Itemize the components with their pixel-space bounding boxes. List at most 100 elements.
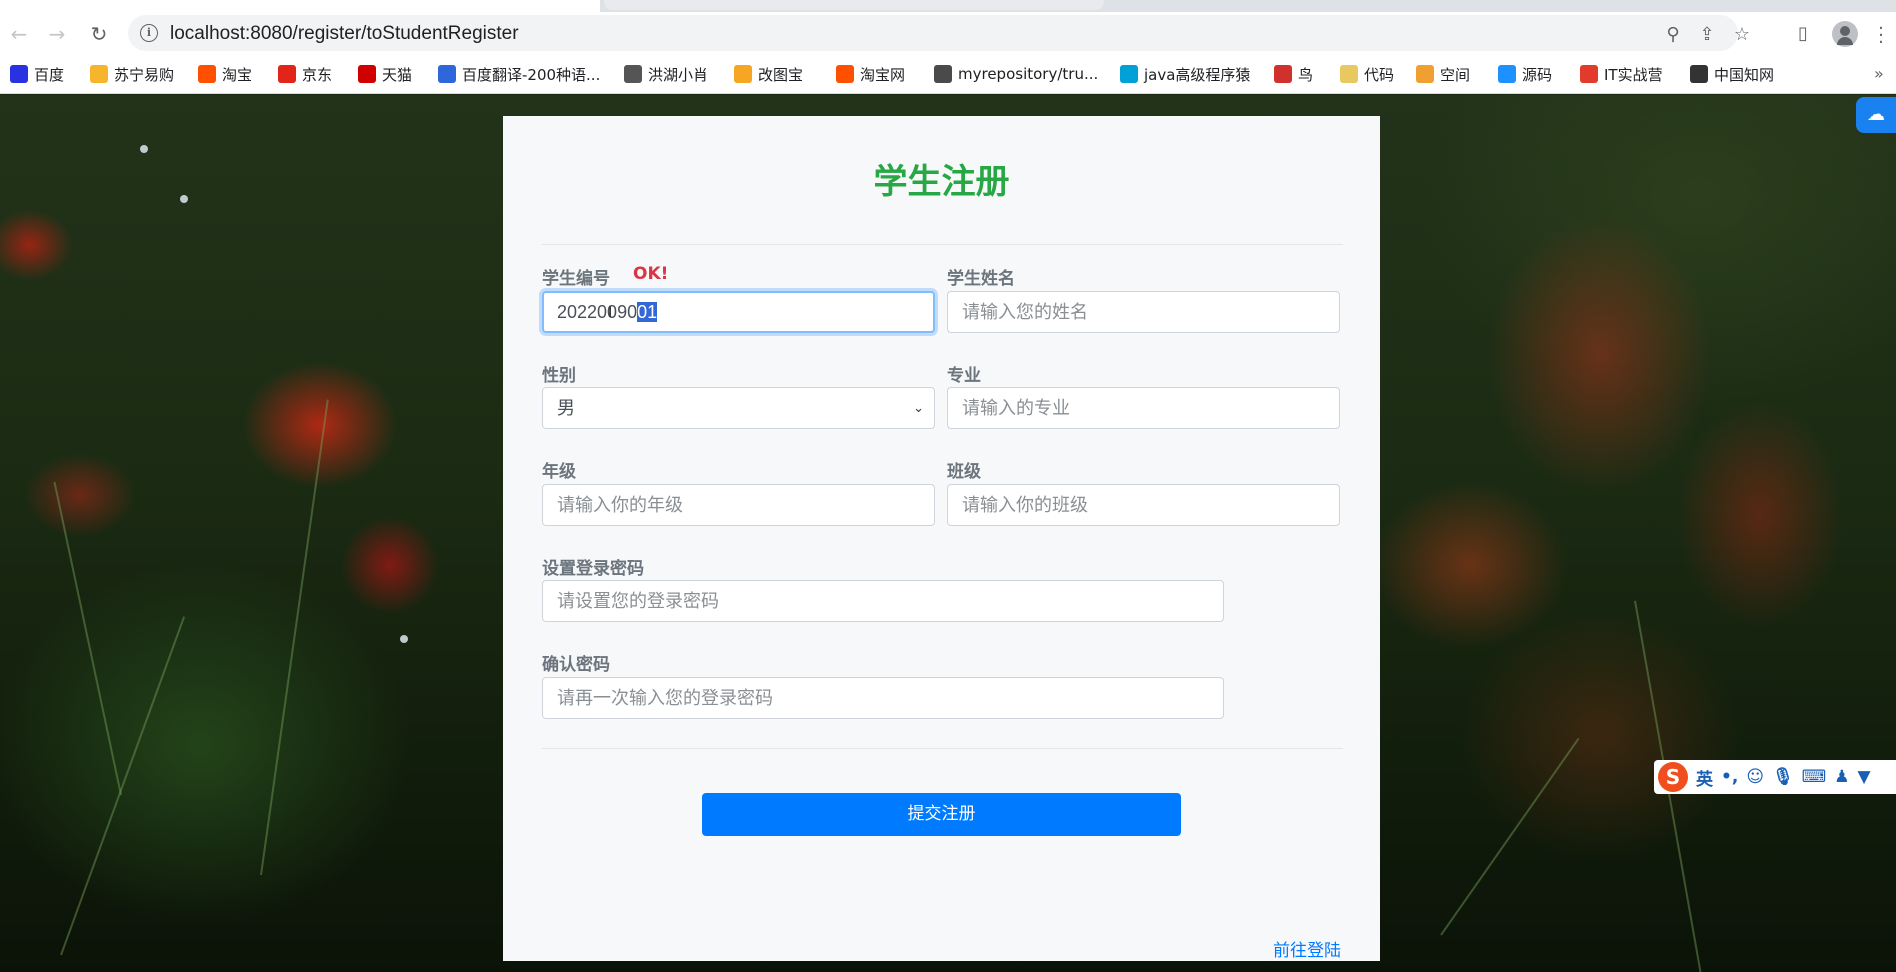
ime-language-toggle[interactable]: 英 (1696, 765, 1713, 790)
gaitubao-icon (734, 65, 752, 83)
bookmarks-overflow-icon[interactable]: » (1874, 64, 1884, 83)
profile-avatar[interactable] (1832, 21, 1858, 47)
menu-kebab-icon[interactable]: · · · (1878, 20, 1884, 52)
baidu-icon (10, 65, 28, 83)
bookmark-label: 天猫 (382, 65, 413, 84)
student-name-label: 学生姓名 (947, 269, 1015, 289)
tmall-icon (358, 65, 376, 83)
grass-stem (1440, 737, 1580, 936)
student-name-input[interactable]: 请输入您的姓名 (947, 291, 1340, 333)
class-label: 班级 (947, 462, 981, 482)
bookmark-item[interactable]: 天猫 (358, 63, 412, 85)
grass-stem (53, 481, 122, 796)
microphone-icon[interactable]: 🎙 (1772, 767, 1794, 787)
bookmark-label: 源码 (1522, 65, 1553, 84)
submit-register-button[interactable]: 提交注册 (702, 793, 1181, 836)
flower-petal (400, 635, 408, 643)
browser-toolbar: ← → ↻ i localhost:8080/register/toStuden… (0, 12, 1896, 54)
suning-icon (90, 65, 108, 83)
student-id-value: 20220090 (557, 302, 638, 322)
emoji-icon[interactable]: ☺ (1746, 767, 1764, 787)
bookmark-item[interactable]: 苏宁易购 (90, 63, 174, 85)
page-title: 学生注册 (873, 162, 1010, 202)
bookmark-item[interactable]: 中国知网 (1690, 63, 1774, 85)
bookmark-label: 百度翻译-200种语... (462, 65, 601, 84)
zoom-icon[interactable]: ⚲ (1662, 24, 1684, 46)
side-panel-icon[interactable]: ▯ (1790, 21, 1816, 47)
forward-arrow-icon[interactable]: → (44, 21, 70, 47)
bookmark-label: 洪湖小肖 (648, 65, 709, 84)
bookmark-label: 淘宝 (222, 65, 253, 84)
chrome-icon (934, 65, 952, 83)
active-tab[interactable] (0, 0, 600, 12)
bookmark-item[interactable]: myrepository/tru... (934, 63, 1098, 85)
fish-icon (1498, 65, 1516, 83)
site-info-icon[interactable]: i (140, 24, 158, 42)
major-input[interactable]: 请输入的专业 (947, 387, 1340, 429)
bird-icon (1274, 65, 1292, 83)
tab[interactable] (604, 0, 1104, 10)
flower-petal (180, 195, 188, 203)
bookmark-item[interactable]: java高级程序猿 (1120, 63, 1250, 85)
bookmark-item[interactable]: 空间 (1416, 63, 1470, 85)
bookmark-item[interactable]: 淘宝 (198, 63, 252, 85)
go-login-link[interactable]: 前往登陆 (1273, 936, 1341, 961)
ime-punctuation-toggle[interactable]: •, (1721, 767, 1738, 787)
chevron-down-icon: ⌄ (913, 400, 924, 415)
bookmark-label: myrepository/tru... (958, 65, 1099, 83)
address-bar[interactable]: i localhost:8080/register/toStudentRegis… (128, 15, 1750, 51)
moon-icon (1340, 65, 1358, 83)
bookmark-label: 中国知网 (1714, 65, 1775, 84)
space-icon (1416, 65, 1434, 83)
bookmark-item[interactable]: 京东 (278, 63, 332, 85)
sogou-ime-icon[interactable]: S (1658, 762, 1688, 792)
bookmark-label: IT实战营 (1604, 65, 1663, 84)
bookmark-label: 鸟 (1298, 65, 1314, 84)
taobao-icon (198, 65, 216, 83)
bookmark-star-icon[interactable]: ☆ (1731, 24, 1753, 46)
it-icon (1580, 65, 1598, 83)
student-id-selection: 01 (637, 302, 658, 322)
bookmark-item[interactable]: 源码 (1498, 63, 1552, 85)
bilibili-icon (1120, 65, 1138, 83)
ime-user-icon[interactable]: ♟ (1834, 767, 1849, 787)
cnki-icon (1690, 65, 1708, 83)
url-text[interactable]: localhost:8080/register/toStudentRegiste… (170, 23, 519, 45)
cloud-sync-icon[interactable]: ☁ (1856, 97, 1896, 133)
student-id-label: 学生编号 (542, 269, 610, 289)
password-label: 设置登录密码 (542, 559, 644, 579)
grade-input[interactable]: 请输入你的年级 (542, 484, 935, 526)
reload-icon[interactable]: ↻ (86, 21, 112, 47)
class-input[interactable]: 请输入你的班级 (947, 484, 1340, 526)
divider (542, 748, 1343, 749)
major-label: 专业 (947, 366, 981, 386)
grade-label: 年级 (542, 462, 576, 482)
share-icon[interactable]: ⇪ (1696, 24, 1718, 46)
student-id-input[interactable]: 2022009001 I (542, 291, 935, 333)
back-arrow-icon[interactable]: ← (6, 21, 32, 47)
bookmark-item[interactable]: 代码 (1340, 63, 1394, 85)
grass-stem (60, 616, 186, 956)
bookmark-item[interactable]: 改图宝 (734, 63, 803, 85)
gender-select[interactable]: 男 ⌄ (542, 387, 935, 429)
jd-icon (278, 65, 296, 83)
bookmark-item[interactable]: 百度翻译-200种语... (438, 63, 600, 85)
password-input[interactable]: 请设置您的登录密码 (542, 580, 1224, 622)
grass-stem (260, 399, 329, 876)
bookmark-item[interactable]: 鸟 (1274, 63, 1313, 85)
bookmark-item[interactable]: IT实战营 (1580, 63, 1663, 85)
confirm-password-input[interactable]: 请再一次输入您的登录密码 (542, 677, 1224, 719)
bookmark-item[interactable]: 淘宝网 (836, 63, 905, 85)
bookmark-label: java高级程序猿 (1144, 65, 1251, 84)
keyboard-icon[interactable]: ⌨ (1802, 767, 1827, 787)
ime-toolbar: S 英 •, ☺ 🎙 ⌨ ♟ ▼ (1654, 760, 1896, 794)
divider (542, 244, 1343, 245)
page-background: 学生注册 学生编号 OK! 2022009001 I 学生姓名 请输入您的姓名 … (0, 95, 1896, 972)
tab-strip (0, 0, 1896, 12)
gender-label: 性别 (542, 366, 576, 386)
bookmark-item[interactable]: 洪湖小肖 (624, 63, 708, 85)
bookmarks-bar: » 百度 苏宁易购 淘宝 京东 天猫 百度翻译-200种语... 洪湖小肖 改图宝 淘宝网 myr… (0, 54, 1896, 94)
bookmark-item[interactable]: 百度 (10, 63, 64, 85)
confirm-password-label: 确认密码 (542, 655, 610, 675)
skin-icon[interactable]: ▼ (1857, 767, 1870, 787)
